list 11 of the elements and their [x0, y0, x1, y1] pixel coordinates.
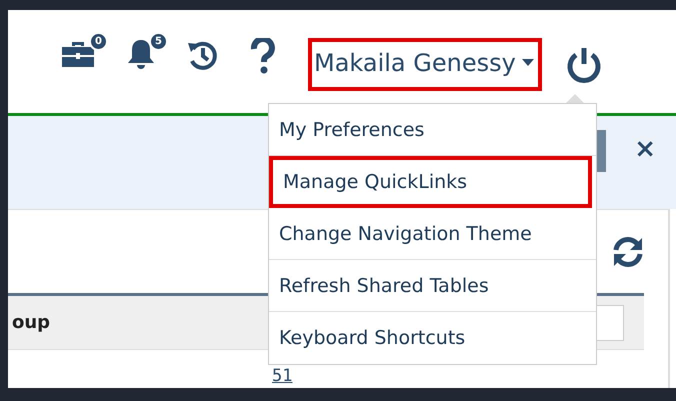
close-icon[interactable]: × — [634, 134, 656, 164]
power-icon[interactable] — [566, 46, 602, 84]
help-icon[interactable] — [250, 38, 276, 74]
count-badge: 5 — [149, 32, 168, 51]
user-menu-button[interactable]: Makaila Genessy — [308, 38, 542, 91]
menu-item[interactable]: Manage QuickLinks — [269, 156, 592, 208]
count-badge: 0 — [89, 32, 108, 51]
column-header: oup — [12, 312, 50, 333]
filter-field[interactable] — [594, 304, 624, 340]
table-link[interactable]: 51 — [272, 366, 292, 386]
bell-icon[interactable] — [126, 38, 156, 72]
